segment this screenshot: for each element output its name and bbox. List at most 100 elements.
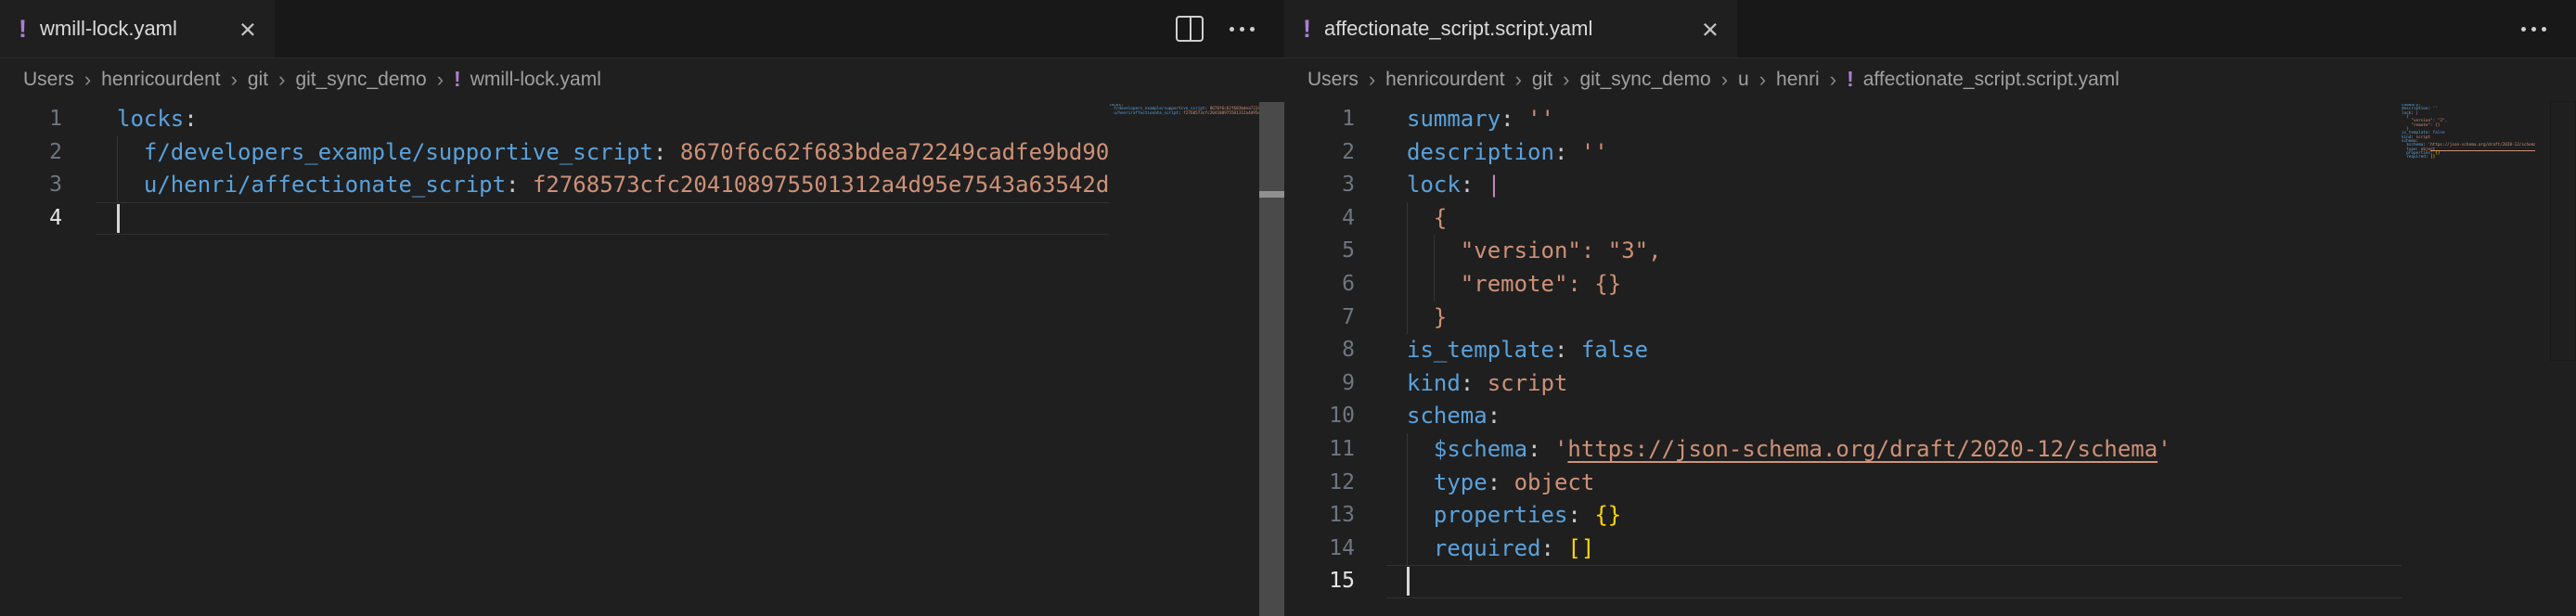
code-editor[interactable]: 123456789101112131415 summary: ''descrip… — [1284, 100, 2576, 616]
overview-cursor-marker — [1259, 191, 1284, 198]
line-number-gutter: 123456789101112131415 — [1284, 103, 1355, 598]
breadcrumb-separator: › — [1369, 68, 1375, 92]
line-number-gutter: 1234 — [0, 103, 62, 235]
editor-pane-left: ! wmill-lock.yaml × Users › henricourdent ›… — [0, 0, 1284, 616]
indent-guide — [1407, 433, 1408, 565]
line-number[interactable]: 4 — [0, 202, 62, 236]
tab-actions — [1176, 0, 1284, 58]
code-line[interactable]: locks: — [117, 103, 1109, 136]
code-line[interactable]: properties: {} — [1407, 499, 2402, 533]
line-number[interactable]: 1 — [1284, 103, 1355, 136]
breadcrumb-item[interactable]: git_sync_demo — [1579, 69, 1710, 91]
code-line[interactable]: { — [1407, 202, 2402, 236]
indent-guide — [1434, 235, 1435, 301]
line-number[interactable]: 9 — [1284, 367, 1355, 401]
tab-actions — [2521, 0, 2576, 58]
more-actions-icon[interactable] — [1230, 27, 1255, 32]
breadcrumb-separator: › — [1515, 68, 1522, 92]
code-line[interactable]: lock: | — [1407, 169, 2402, 202]
breadcrumb-separator: › — [84, 68, 91, 92]
tab-title: wmill-lock.yaml — [40, 17, 177, 41]
minimap-line: u/henri/affectionate_script: f2768573cfc… — [1109, 112, 1259, 116]
tab-title: affectionate_script.script.yaml — [1324, 17, 1592, 41]
breadcrumb: Users › henricourdent › git › git_sync_demo › !w… — [0, 58, 1284, 100]
scrollbar[interactable] — [1259, 102, 1284, 616]
split-editor-icon[interactable] — [1176, 16, 1204, 42]
tab-bar: ! wmill-lock.yaml × — [0, 0, 1284, 58]
current-line-highlight — [97, 202, 1109, 236]
code-line[interactable]: u/henri/affectionate_script: f2768573cfc… — [117, 169, 1109, 202]
line-number[interactable]: 10 — [1284, 400, 1355, 433]
minimap-line — [1109, 116, 1259, 120]
code-line[interactable]: kind: script — [1407, 367, 2402, 401]
breadcrumb-file[interactable]: !affectionate_script.script.yaml — [1847, 69, 2119, 91]
breadcrumb-item[interactable]: Users — [1307, 69, 1359, 91]
line-number[interactable]: 5 — [1284, 235, 1355, 268]
line-number[interactable]: 12 — [1284, 467, 1355, 500]
tab-bar: ! affectionate_script.script.yaml × — [1284, 0, 2576, 58]
breadcrumb-item[interactable]: henricourdent — [1385, 69, 1504, 91]
code-line[interactable]: "version": "3", — [1407, 235, 2402, 268]
minimap[interactable]: summary: ''description: ''lock: | { "ver… — [2402, 104, 2535, 215]
vscode-editor-window: ! wmill-lock.yaml × Users › henricourdent ›… — [0, 0, 2576, 616]
editor-pane-right: ! affectionate_script.script.yaml × User… — [1284, 0, 2576, 616]
code-line[interactable]: is_template: false — [1407, 334, 2402, 367]
line-number[interactable]: 8 — [1284, 334, 1355, 367]
breadcrumb: Users › henricourdent › git › git_sync_demo › u ›… — [1284, 58, 2576, 100]
close-tab-icon[interactable]: × — [239, 15, 256, 44]
breadcrumb-item[interactable]: henri — [1776, 69, 1820, 91]
close-tab-icon[interactable]: × — [1702, 15, 1719, 44]
breadcrumb-separator: › — [231, 68, 238, 92]
line-number[interactable]: 2 — [0, 136, 62, 170]
yaml-file-icon: ! — [454, 69, 461, 90]
yaml-file-icon: ! — [19, 17, 27, 42]
code-line[interactable]: schema: — [1407, 400, 2402, 433]
breadcrumb-file[interactable]: !wmill-lock.yaml — [454, 69, 601, 91]
line-number[interactable]: 2 — [1284, 136, 1355, 170]
line-number[interactable]: 15 — [1284, 565, 1355, 598]
indent-guide — [117, 136, 118, 202]
text-cursor — [117, 204, 120, 233]
line-number[interactable]: 14 — [1284, 533, 1355, 566]
minimap[interactable]: locks: f/developers_example/supportive_s… — [1109, 104, 1259, 215]
code-line[interactable]: description: '' — [1407, 136, 2402, 170]
breadcrumb-item[interactable]: git — [248, 69, 268, 91]
line-number[interactable]: 7 — [1284, 302, 1355, 335]
breadcrumb-separator: › — [1830, 68, 1836, 92]
yaml-file-icon: ! — [1303, 17, 1311, 42]
yaml-file-icon: ! — [1847, 69, 1854, 90]
code-area[interactable]: summary: ''description: ''lock: | { "ver… — [1407, 103, 2402, 598]
code-line[interactable]: } — [1407, 302, 2402, 335]
line-number[interactable]: 4 — [1284, 202, 1355, 236]
code-line[interactable]: required: [] — [1407, 533, 2402, 566]
code-editor[interactable]: 1234 locks: f/developers_example/support… — [0, 100, 1284, 616]
line-number[interactable]: 13 — [1284, 499, 1355, 533]
line-number[interactable]: 3 — [1284, 169, 1355, 202]
breadcrumb-separator: › — [437, 68, 444, 92]
breadcrumb-separator: › — [278, 68, 285, 92]
text-cursor — [1407, 567, 1410, 596]
breadcrumb-item[interactable]: git_sync_demo — [295, 69, 426, 91]
code-line[interactable]: type: object — [1407, 467, 2402, 500]
breadcrumb-item[interactable]: u — [1738, 69, 1749, 91]
breadcrumb-separator: › — [1721, 68, 1728, 92]
current-line-highlight — [1386, 565, 2402, 598]
breadcrumb-item[interactable]: henricourdent — [101, 69, 220, 91]
tab-affectionate-script[interactable]: ! affectionate_script.script.yaml × — [1284, 0, 1737, 58]
breadcrumb-separator: › — [1759, 68, 1766, 92]
code-line[interactable]: "remote": {} — [1407, 268, 2402, 302]
code-line[interactable]: summary: '' — [1407, 103, 2402, 136]
breadcrumb-item[interactable]: git — [1532, 69, 1552, 91]
line-number[interactable]: 1 — [0, 103, 62, 136]
code-line[interactable]: $schema: 'https://json-schema.org/draft/… — [1407, 433, 2402, 467]
line-number[interactable]: 11 — [1284, 433, 1355, 467]
minimap-slider[interactable] — [2550, 101, 2576, 361]
more-actions-icon[interactable] — [2521, 27, 2546, 32]
line-number[interactable]: 6 — [1284, 268, 1355, 302]
line-number[interactable]: 3 — [0, 169, 62, 202]
tab-wmill-lock[interactable]: ! wmill-lock.yaml × — [0, 0, 275, 58]
breadcrumb-item[interactable]: Users — [23, 69, 74, 91]
indent-guide — [1407, 202, 1408, 334]
code-line[interactable]: f/developers_example/supportive_script: … — [117, 136, 1109, 170]
minimap-line — [2402, 160, 2535, 164]
